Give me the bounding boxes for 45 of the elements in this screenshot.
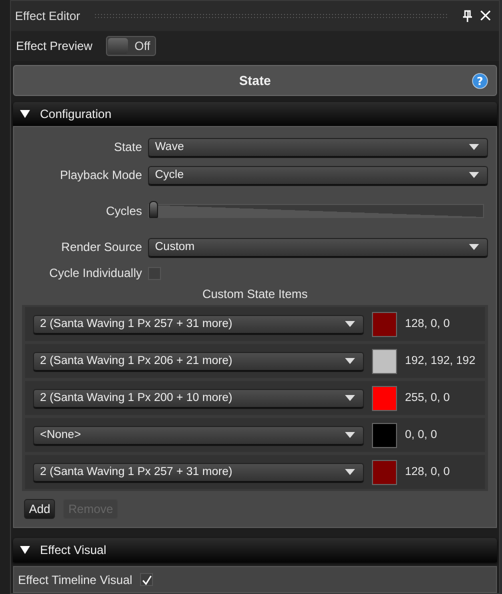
dropdown-caret-icon — [345, 321, 355, 328]
dropdown[interactable]: Custom — [148, 238, 488, 257]
color-value: 128, 0, 0 — [405, 466, 450, 478]
field-label: State — [112, 140, 142, 154]
color-swatch[interactable] — [372, 348, 397, 374]
dropdown-caret-icon — [345, 358, 355, 364]
color-swatch[interactable] — [372, 312, 397, 337]
color-value: 255, 0, 0 — [405, 392, 450, 404]
field-label: Cycle Individually — [48, 266, 142, 280]
color-value: 128, 0, 0 — [405, 318, 450, 330]
field-label: Effect Timeline Visual — [18, 572, 132, 587]
effect-preview-label: Effect Preview — [16, 39, 92, 54]
dropdown-caret-icon — [469, 144, 479, 150]
dropdown-caret-icon — [345, 395, 355, 402]
dropdown[interactable]: 2 (Santa Waving 1 Px 206 + 21 more) — [33, 352, 364, 371]
color-value: 0, 0, 0 — [405, 429, 437, 442]
field-label: Render Source — [60, 240, 142, 254]
list-title: Custom State Items — [201, 286, 309, 304]
section-header[interactable]: Effect Visual — [13, 538, 497, 562]
dropdown-caret-icon — [345, 469, 355, 476]
effect-title: State — [239, 73, 271, 88]
color-swatch[interactable] — [372, 386, 397, 411]
dropdown-caret-icon — [469, 244, 479, 250]
close-icon[interactable] — [480, 10, 491, 22]
color-swatch[interactable] — [372, 460, 397, 485]
dropdown-caret-icon — [345, 432, 355, 438]
dropdown[interactable]: <None> — [33, 426, 364, 445]
checkbox[interactable] — [140, 573, 154, 586]
pin-icon[interactable] — [463, 10, 472, 22]
dropdown[interactable]: 2 (Santa Waving 1 Px 257 + 31 more) — [33, 314, 364, 334]
section-header[interactable]: Configuration — [13, 102, 497, 126]
slider-thumb[interactable] — [149, 201, 158, 218]
color-value: 192, 192, 192 — [405, 355, 476, 368]
dropdown[interactable]: 2 (Santa Waving 1 Px 200 + 10 more) — [33, 388, 364, 408]
dropdown[interactable]: Cycle — [148, 166, 488, 185]
checkbox[interactable] — [148, 266, 161, 280]
color-swatch[interactable] — [372, 422, 397, 448]
toggle-switch[interactable]: Off — [106, 36, 156, 56]
dropdown[interactable]: Wave — [148, 138, 488, 157]
window-title: Effect Editor — [15, 8, 80, 23]
dropdown-caret-icon — [469, 172, 479, 178]
dropdown[interactable]: 2 (Santa Waving 1 Px 257 + 31 more) — [33, 462, 364, 482]
field-label: Playback Mode — [58, 168, 142, 182]
add-button[interactable]: Add — [24, 499, 56, 520]
field-label: Cycles — [104, 204, 142, 218]
